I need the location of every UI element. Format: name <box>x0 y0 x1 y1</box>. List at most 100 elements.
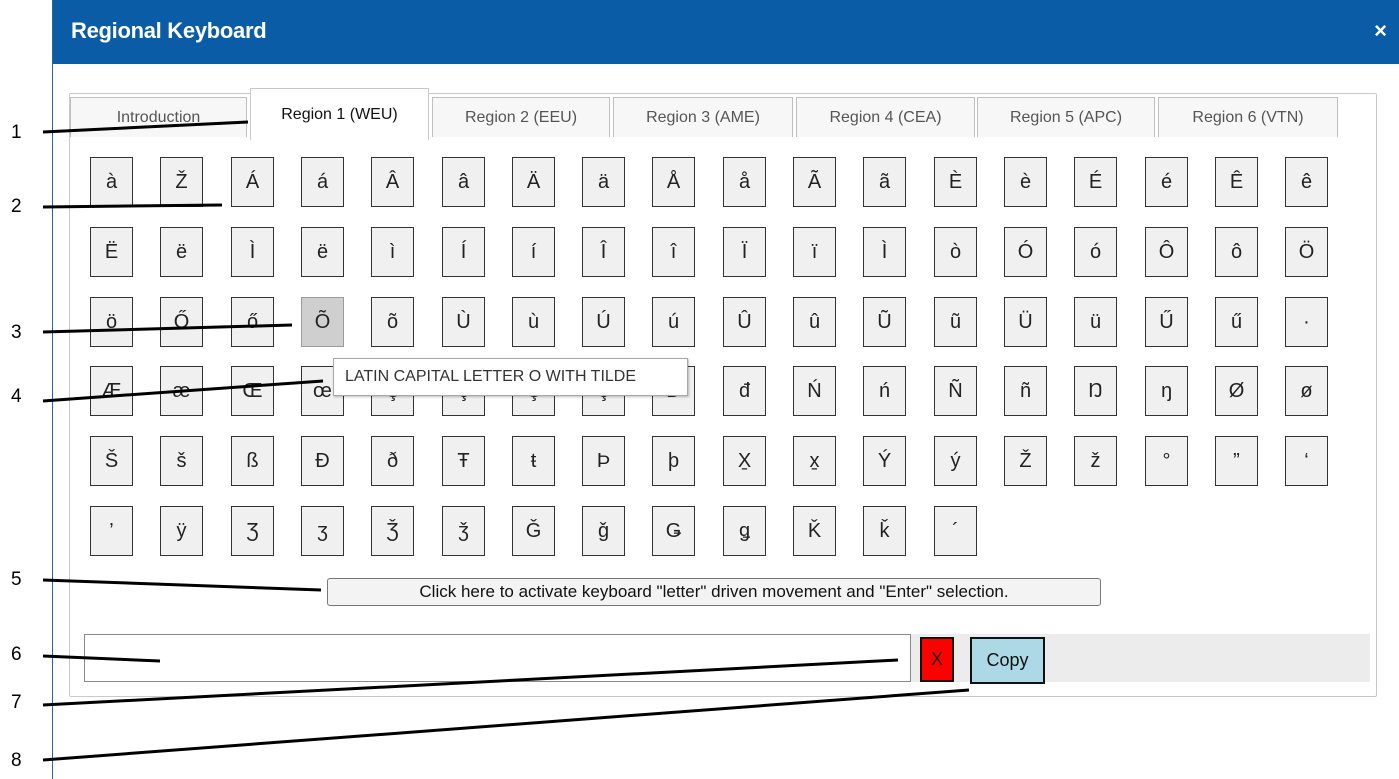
character-key[interactable]: Ê <box>1215 157 1258 207</box>
character-key[interactable]: ð <box>371 436 414 486</box>
character-key[interactable]: ù <box>512 297 555 347</box>
close-icon[interactable]: × <box>1374 18 1387 44</box>
character-key[interactable]: ű <box>1215 297 1258 347</box>
character-key[interactable]: à <box>90 157 133 207</box>
character-key[interactable]: ǥ <box>723 506 766 556</box>
character-key[interactable]: Ü <box>1004 297 1047 347</box>
character-key[interactable]: ǯ <box>442 506 485 556</box>
tab-region-4[interactable]: Region 4 (CEA) <box>796 97 975 137</box>
character-key[interactable]: ö <box>90 297 133 347</box>
character-key[interactable]: Ð <box>301 436 344 486</box>
character-key[interactable]: Î <box>582 227 625 277</box>
tab-region-5[interactable]: Region 5 (APC) <box>977 97 1155 137</box>
character-key[interactable]: Ë <box>90 227 133 277</box>
character-key[interactable]: Œ <box>231 366 274 416</box>
character-key[interactable]: Ä <box>512 157 555 207</box>
character-key[interactable]: ï <box>793 227 836 277</box>
character-key[interactable]: Ì <box>231 227 274 277</box>
character-key[interactable]: ” <box>1215 436 1258 486</box>
character-key[interactable]: Ã <box>793 157 836 207</box>
character-key[interactable]: ú <box>652 297 695 347</box>
character-key[interactable]: ì <box>371 227 414 277</box>
tab-region-2[interactable]: Region 2 (EEU) <box>432 97 610 137</box>
character-key[interactable]: ń <box>863 366 906 416</box>
tab-region-6[interactable]: Region 6 (VTN) <box>1158 97 1338 137</box>
tab-introduction[interactable]: Introduction <box>70 97 247 137</box>
character-key[interactable]: Á <box>231 157 274 207</box>
character-key[interactable]: ő <box>231 297 274 347</box>
character-key[interactable]: Š <box>90 436 133 486</box>
character-key[interactable]: É <box>1074 157 1117 207</box>
character-key[interactable]: Ï <box>723 227 766 277</box>
tab-region-3[interactable]: Region 3 (AME) <box>613 97 793 137</box>
character-key[interactable]: Å <box>652 157 695 207</box>
character-key[interactable]: ü <box>1074 297 1117 347</box>
character-key[interactable]: é <box>1145 157 1188 207</box>
character-key[interactable]: ‘ <box>1285 436 1328 486</box>
character-key[interactable]: Ǯ <box>371 506 414 556</box>
character-key[interactable]: Ũ <box>863 297 906 347</box>
character-key[interactable]: Ǧ <box>512 506 555 556</box>
character-key[interactable]: ë <box>160 227 203 277</box>
character-key[interactable]: Ý <box>863 436 906 486</box>
character-key[interactable]: ÿ <box>160 506 203 556</box>
character-key[interactable]: Þ <box>582 436 625 486</box>
character-key[interactable]: È <box>934 157 977 207</box>
character-key[interactable]: ó <box>1074 227 1117 277</box>
character-key[interactable]: Ŧ <box>442 436 485 486</box>
character-key[interactable]: æ <box>160 366 203 416</box>
character-key[interactable]: ǧ <box>582 506 625 556</box>
character-key[interactable]: ´ <box>934 506 977 556</box>
character-key[interactable]: Â <box>371 157 414 207</box>
character-key[interactable]: Æ <box>90 366 133 416</box>
character-key[interactable]: ë <box>301 227 344 277</box>
character-key[interactable]: è <box>1004 157 1047 207</box>
character-key[interactable]: ñ <box>1004 366 1047 416</box>
character-key[interactable]: ’ <box>90 506 133 556</box>
activate-keyboard-navigation-button[interactable]: Click here to activate keyboard "letter"… <box>327 578 1101 606</box>
character-key[interactable]: Ù <box>442 297 485 347</box>
character-key[interactable]: î <box>652 227 695 277</box>
character-key[interactable]: Ž <box>1004 436 1047 486</box>
character-key[interactable]: š <box>160 436 203 486</box>
character-key[interactable]: Ő <box>160 297 203 347</box>
character-key[interactable]: ã <box>863 157 906 207</box>
character-key[interactable]: á <box>301 157 344 207</box>
character-key[interactable]: ô <box>1215 227 1258 277</box>
character-key[interactable]: Í <box>442 227 485 277</box>
character-key[interactable]: í <box>512 227 555 277</box>
character-key[interactable]: Ú <box>582 297 625 347</box>
clear-button[interactable]: X <box>920 637 954 682</box>
character-key[interactable]: đ <box>723 366 766 416</box>
character-key[interactable]: ũ <box>934 297 977 347</box>
character-key[interactable]: ø <box>1285 366 1328 416</box>
character-key[interactable]: þ <box>652 436 695 486</box>
character-key[interactable]: · <box>1285 297 1328 347</box>
character-key[interactable]: Ǥ <box>652 506 695 556</box>
character-key[interactable]: Û <box>723 297 766 347</box>
character-key[interactable]: Ó <box>1004 227 1047 277</box>
character-key[interactable]: û <box>793 297 836 347</box>
character-key[interactable]: Ô <box>1145 227 1188 277</box>
character-key[interactable]: Ö <box>1285 227 1328 277</box>
character-key[interactable]: Ǩ <box>793 506 836 556</box>
character-key[interactable]: ê <box>1285 157 1328 207</box>
character-key[interactable]: Ì <box>863 227 906 277</box>
character-key[interactable]: Ø <box>1215 366 1258 416</box>
copy-button[interactable]: Copy <box>970 637 1045 684</box>
character-key[interactable]: ý <box>934 436 977 486</box>
character-key[interactable]: X̱ <box>723 436 766 486</box>
character-key[interactable]: ß <box>231 436 274 486</box>
character-key[interactable]: ŋ <box>1145 366 1188 416</box>
character-key[interactable]: ° <box>1145 436 1188 486</box>
character-key[interactable]: Ń <box>793 366 836 416</box>
character-key[interactable]: Ñ <box>934 366 977 416</box>
character-key[interactable]: Ŋ <box>1074 366 1117 416</box>
character-key[interactable]: ä <box>582 157 625 207</box>
character-key[interactable]: å <box>723 157 766 207</box>
character-key[interactable]: Ž <box>160 157 203 207</box>
character-key[interactable]: ǩ <box>863 506 906 556</box>
character-key[interactable]: Ʒ <box>231 506 274 556</box>
character-key[interactable]: õ <box>371 297 414 347</box>
character-key[interactable]: Ű <box>1145 297 1188 347</box>
